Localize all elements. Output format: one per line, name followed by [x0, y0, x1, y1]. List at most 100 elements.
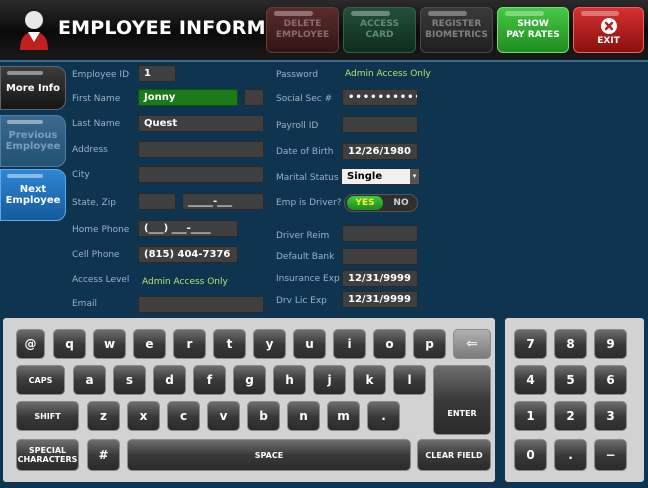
key-4[interactable]: 4 [514, 365, 547, 395]
key-0[interactable]: 0 [514, 439, 547, 471]
key-period[interactable]: . [367, 401, 400, 431]
state-zip-label: State, Zip [72, 198, 116, 208]
key-2[interactable]: 2 [554, 401, 587, 431]
key-d[interactable]: d [153, 365, 186, 395]
key-l[interactable]: l [393, 365, 426, 395]
first-name-field[interactable]: Jonny [138, 89, 238, 106]
key-p[interactable]: p [413, 329, 446, 359]
key-q[interactable]: q [53, 329, 86, 359]
key-y[interactable]: y [253, 329, 286, 359]
cell-phone-label: Cell Phone [72, 250, 120, 260]
driver-reim-field[interactable] [342, 225, 418, 242]
first-name-extra-field[interactable] [244, 89, 264, 106]
first-name-label: First Name [72, 94, 121, 104]
key-o[interactable]: o [373, 329, 406, 359]
key-f[interactable]: f [193, 365, 226, 395]
key-decimal[interactable]: . [554, 439, 587, 471]
key-i[interactable]: i [333, 329, 366, 359]
enter-key[interactable]: ENTER [433, 365, 491, 435]
key-3[interactable]: 3 [594, 401, 627, 431]
backspace-arrow-icon: ⇐ [466, 336, 478, 352]
marital-status-label: Marital Status [276, 173, 339, 183]
key-a[interactable]: a [73, 365, 106, 395]
key-7[interactable]: 7 [514, 329, 547, 359]
driver-reim-label: Driver Reim [276, 231, 330, 241]
home-phone-field[interactable]: (___) ___-____ [138, 220, 238, 237]
special-characters-key[interactable]: SPECIAL CHARACTERS [16, 439, 79, 471]
caps-key[interactable]: CAPS [16, 365, 65, 395]
email-label: Email [72, 299, 97, 309]
insurance-exp-label: Insurance Exp [276, 274, 340, 284]
key-w[interactable]: w [93, 329, 126, 359]
payroll-id-label: Payroll ID [276, 121, 319, 131]
key-v[interactable]: v [207, 401, 240, 431]
state-field[interactable] [138, 193, 176, 210]
address-field[interactable] [138, 141, 264, 158]
chevron-down-icon: ▾ [410, 169, 419, 184]
zip-field[interactable]: _____-___ [182, 193, 264, 210]
employee-info-window: EMPLOYEE INFORMATION DELETE EMPLOYEE ACC… [0, 0, 648, 488]
email-field[interactable] [138, 296, 264, 313]
access-level-value: Admin Access Only [142, 277, 228, 287]
shift-key[interactable]: SHIFT [16, 401, 79, 431]
key-n[interactable]: n [287, 401, 320, 431]
exit-button[interactable]: EXIT [573, 7, 644, 53]
key-at[interactable]: @ [16, 329, 45, 359]
key-6[interactable]: 6 [594, 365, 627, 395]
next-employee-button[interactable]: Next Employee [0, 169, 66, 221]
key-e[interactable]: e [133, 329, 166, 359]
password-label: Password [276, 70, 319, 80]
driver-yes-option[interactable]: YES [347, 196, 383, 210]
employee-id-label: Employee ID [72, 70, 130, 80]
numeric-keypad: 7 8 9 4 5 6 1 2 3 0 . − [505, 318, 644, 482]
payroll-id-field[interactable] [342, 116, 418, 133]
delete-employee-button[interactable]: DELETE EMPLOYEE [266, 7, 339, 53]
clear-field-key[interactable]: CLEAR FIELD [417, 439, 491, 471]
drv-lic-exp-label: Drv Lic Exp [276, 296, 327, 306]
drv-lic-exp-field[interactable]: 12/31/9999 [342, 291, 418, 308]
person-icon [20, 11, 48, 50]
access-card-button[interactable]: ACCESS CARD [343, 7, 416, 53]
key-5[interactable]: 5 [554, 365, 587, 395]
marital-status-select[interactable]: Single ▾ [341, 168, 420, 185]
insurance-exp-field[interactable]: 12/31/9999 [342, 270, 418, 287]
key-minus[interactable]: − [594, 439, 627, 471]
key-z[interactable]: z [87, 401, 120, 431]
backspace-key[interactable]: ⇐ [453, 329, 491, 359]
key-b[interactable]: b [247, 401, 280, 431]
key-h[interactable]: h [273, 365, 306, 395]
key-r[interactable]: r [173, 329, 206, 359]
password-value: Admin Access Only [345, 69, 431, 79]
key-s[interactable]: s [113, 365, 146, 395]
default-bank-field[interactable] [342, 248, 418, 265]
key-u[interactable]: u [293, 329, 326, 359]
register-biometrics-button[interactable]: REGISTER BIOMETRICS [420, 7, 493, 53]
space-key[interactable]: SPACE [127, 439, 411, 471]
key-hash[interactable]: # [87, 439, 120, 471]
ssn-field[interactable]: •••••••••• [342, 89, 418, 106]
key-t[interactable]: t [213, 329, 246, 359]
key-8[interactable]: 8 [554, 329, 587, 359]
cell-phone-field[interactable]: (815) 404-7376 [138, 246, 238, 263]
last-name-label: Last Name [72, 119, 121, 129]
key-j[interactable]: j [313, 365, 346, 395]
key-k[interactable]: k [353, 365, 386, 395]
key-x[interactable]: x [127, 401, 160, 431]
more-info-button[interactable]: More Info [0, 66, 66, 110]
home-phone-label: Home Phone [72, 225, 130, 235]
default-bank-label: Default Bank [276, 252, 335, 262]
city-field[interactable] [138, 166, 264, 183]
key-1[interactable]: 1 [514, 401, 547, 431]
key-m[interactable]: m [327, 401, 360, 431]
driver-no-option[interactable]: NO [385, 196, 417, 210]
key-g[interactable]: g [233, 365, 266, 395]
driver-toggle[interactable]: YES NO [344, 194, 418, 212]
previous-employee-button[interactable]: Previous Employee [0, 115, 66, 167]
dob-field[interactable]: 12/26/1980 [342, 143, 418, 160]
key-9[interactable]: 9 [594, 329, 627, 359]
ssn-label: Social Sec # [276, 94, 333, 104]
employee-id-field[interactable]: 1 [138, 65, 176, 82]
show-pay-rates-button[interactable]: SHOW PAY RATES [497, 7, 569, 53]
key-c[interactable]: c [167, 401, 200, 431]
last-name-field[interactable]: Quest [138, 115, 264, 132]
